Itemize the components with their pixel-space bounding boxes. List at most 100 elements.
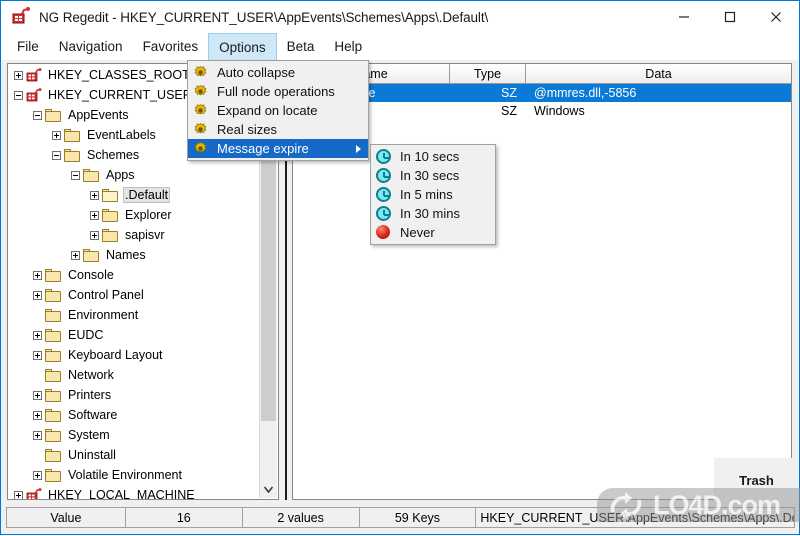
tree-item-label: Explorer <box>125 208 172 222</box>
menu-help[interactable]: Help <box>324 33 372 60</box>
message-expire-submenu[interactable]: In 10 secs In 30 secs In 5 mins In 30 mins N… <box>370 144 496 245</box>
tree-item[interactable]: HKEY_LOCAL_MACHINE <box>8 485 261 499</box>
options-menu-item[interactable]: Auto collapse <box>188 63 368 82</box>
tree-item-label: Environment <box>68 308 139 322</box>
options-menu-item[interactable]: Full node operations <box>188 82 368 101</box>
title-bar: NG Regedit - HKEY_CURRENT_USER\AppEvents… <box>1 1 799 33</box>
tree-item[interactable]: Uninstall <box>8 445 261 465</box>
collapse-icon[interactable] <box>71 170 80 180</box>
expire-menu-item[interactable]: In 5 mins <box>371 185 495 204</box>
options-menu-item[interactable]: Real sizes <box>188 120 368 139</box>
status-cell-size: 16 <box>124 507 243 528</box>
expand-icon[interactable] <box>33 410 42 420</box>
menu-navigation[interactable]: Navigation <box>49 33 133 60</box>
red-ball-icon <box>375 225 392 240</box>
column-header-type[interactable]: Type <box>450 64 526 83</box>
folder-icon <box>102 208 118 222</box>
status-cell-keys: 59 Keys <box>358 507 477 528</box>
expire-menu-item-label: In 30 secs <box>400 168 460 183</box>
tree-item[interactable]: Keyboard Layout <box>8 345 261 365</box>
leaf-spacer <box>33 371 42 380</box>
folder-icon <box>45 368 61 382</box>
registry-hive-icon <box>26 488 42 499</box>
expand-icon[interactable] <box>33 470 42 480</box>
options-menu-item[interactable]: Message expire <box>188 139 368 158</box>
tree-item-label: Keyboard Layout <box>68 348 163 362</box>
expire-menu-item[interactable]: Never <box>371 223 495 242</box>
expand-icon[interactable] <box>71 250 80 260</box>
collapse-icon[interactable] <box>33 110 42 120</box>
expand-icon[interactable] <box>33 330 42 340</box>
app-window: NG Regedit - HKEY_CURRENT_USER\AppEvents… <box>0 0 800 535</box>
tree-item[interactable]: EUDC <box>8 325 261 345</box>
expand-icon[interactable] <box>90 190 99 200</box>
tree-item[interactable]: Control Panel <box>8 285 261 305</box>
tree-item-label: System <box>68 428 110 442</box>
expand-icon[interactable] <box>33 430 42 440</box>
expire-menu-item[interactable]: In 10 secs <box>371 147 495 166</box>
scroll-down-icon[interactable] <box>260 481 277 498</box>
expire-menu-item[interactable]: In 30 mins <box>371 204 495 223</box>
expand-icon[interactable] <box>33 390 42 400</box>
tree-item[interactable]: Printers <box>8 385 261 405</box>
minimize-button[interactable] <box>661 1 707 33</box>
column-header-data[interactable]: Data <box>526 64 791 83</box>
options-menu-item[interactable]: Expand on locate <box>188 101 368 120</box>
tree-item-label: HKEY_CLASSES_ROOT <box>48 68 190 82</box>
tree-item-label: Printers <box>68 388 112 402</box>
tree-item-label: Console <box>68 268 114 282</box>
tree-item[interactable]: .Default <box>8 185 261 205</box>
tree-item-label: EUDC <box>68 328 104 342</box>
tree-item[interactable]: Software <box>8 405 261 425</box>
expand-icon[interactable] <box>14 490 23 499</box>
tree-item[interactable]: Volatile Environment <box>8 465 261 485</box>
trash-panel[interactable]: Trash <box>714 458 799 502</box>
gear-icon <box>192 103 209 118</box>
tree-item[interactable]: Environment <box>8 305 261 325</box>
tree-item-label: Uninstall <box>68 448 116 462</box>
tree-item[interactable]: sapisvr <box>8 225 261 245</box>
status-cell-mode: Value <box>6 507 126 528</box>
folder-icon <box>45 468 61 482</box>
expand-icon[interactable] <box>90 210 99 220</box>
menu-beta[interactable]: Beta <box>277 33 325 60</box>
tree-item[interactable]: Network <box>8 365 261 385</box>
collapse-icon[interactable] <box>52 150 61 160</box>
menu-file[interactable]: File <box>7 33 49 60</box>
menu-options[interactable]: Options <box>208 33 277 60</box>
folder-open-icon <box>102 188 118 202</box>
options-menu-item-label: Real sizes <box>217 122 277 137</box>
tree-item[interactable]: System <box>8 425 261 445</box>
tree-item[interactable]: Apps <box>8 165 261 185</box>
expand-icon[interactable] <box>52 130 61 140</box>
expand-icon[interactable] <box>90 230 99 240</box>
close-button[interactable] <box>753 1 799 33</box>
folder-icon <box>45 388 61 402</box>
folder-icon <box>83 248 99 262</box>
tree-item-label: Volatile Environment <box>68 468 182 482</box>
menu-favorites[interactable]: Favorites <box>133 33 209 60</box>
tree-item[interactable]: Explorer <box>8 205 261 225</box>
value-data-cell: Windows <box>534 104 585 118</box>
registry-hive-icon <box>26 88 42 102</box>
options-dropdown-menu[interactable]: Auto collapse Full node operations Expand … <box>187 60 369 161</box>
expire-menu-item[interactable]: In 30 secs <box>371 166 495 185</box>
maximize-button[interactable] <box>707 1 753 33</box>
registry-icon <box>10 6 32 28</box>
expire-menu-item-label: In 5 mins <box>400 187 453 202</box>
tree-item[interactable]: Names <box>8 245 261 265</box>
gear-icon <box>192 141 209 156</box>
tree-item-label: Apps <box>106 168 135 182</box>
folder-icon <box>45 288 61 302</box>
collapse-icon[interactable] <box>14 90 23 100</box>
clock-icon <box>375 149 392 164</box>
options-menu-item-label: Auto collapse <box>217 65 296 80</box>
expand-icon[interactable] <box>33 290 42 300</box>
tree-item-label: HKEY_CURRENT_USER <box>48 88 192 102</box>
expand-icon[interactable] <box>33 350 42 360</box>
expand-icon[interactable] <box>33 270 42 280</box>
folder-icon <box>45 328 61 342</box>
expand-icon[interactable] <box>14 70 23 80</box>
tree-item[interactable]: Console <box>8 265 261 285</box>
leaf-spacer <box>33 311 42 320</box>
